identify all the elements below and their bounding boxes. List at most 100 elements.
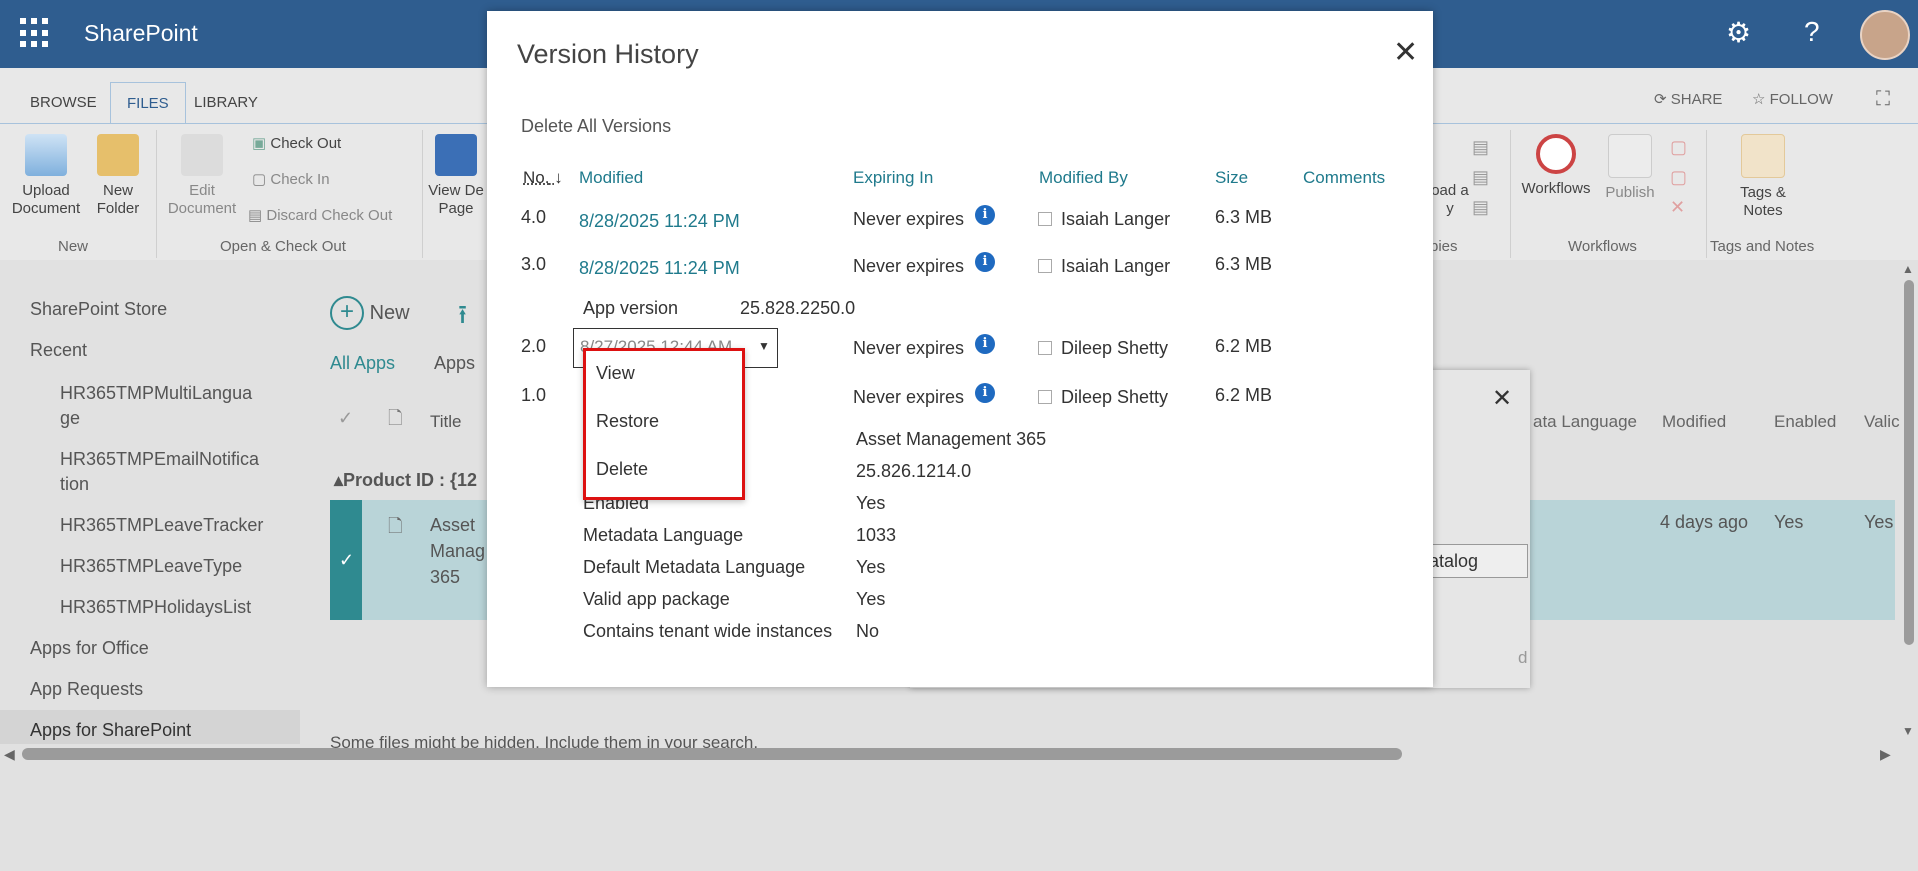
row-check-icon: ✓ — [339, 550, 355, 570]
publish-button[interactable]: Publish — [1600, 134, 1660, 202]
column-expiring[interactable]: Expiring In — [853, 168, 933, 188]
chevron-down-icon: ▼ — [758, 339, 770, 353]
row-title[interactable]: Asset Manag 365 — [430, 512, 485, 590]
workflow-icon — [1536, 134, 1576, 174]
view-all-apps[interactable]: All Apps — [330, 353, 395, 374]
vertical-scrollbar[interactable] — [1904, 280, 1914, 645]
prop-value: Yes — [856, 557, 886, 577]
nav-recent-item[interactable]: HR365TMPLeaveType — [60, 556, 242, 577]
nav-recent[interactable]: Recent — [30, 340, 87, 361]
version-number: 1.0 — [521, 385, 547, 405]
prop-label: Valid app package — [583, 589, 730, 609]
new-folder-button[interactable]: New Folder — [88, 134, 148, 218]
nav-recent-item[interactable]: HR365TMPLeaveTracker — [60, 515, 263, 536]
nav-recent-item[interactable]: HR365TMPEmailNotifica tion — [60, 447, 290, 497]
column-header: ata Language — [1533, 412, 1637, 431]
tab-browse[interactable]: BROWSE — [14, 82, 113, 122]
close-icon[interactable]: ✕ — [1492, 384, 1512, 413]
edit-document-button[interactable]: Edit Document — [160, 134, 244, 218]
version-size: 6.3 MB — [1215, 254, 1273, 274]
horizontal-scrollbar[interactable] — [22, 748, 1402, 760]
group-header[interactable]: ▴Product ID : {12 — [334, 470, 477, 491]
tab-files[interactable]: FILES — [110, 82, 186, 123]
nav-recent-item[interactable]: HR365TMPHolidaysList — [60, 597, 251, 618]
info-icon[interactable]: i — [975, 334, 995, 354]
tags-notes-button[interactable]: Tags & Notes — [1728, 134, 1798, 220]
version-expiring: Never expires — [853, 256, 965, 276]
scroll-up-icon[interactable]: ▲ — [1902, 262, 1914, 276]
version-number: 3.0 — [521, 254, 547, 274]
version-modified-link[interactable]: 8/28/2025 11:24 PM — [579, 211, 740, 232]
row-file-icon: 🗋 — [388, 516, 403, 536]
info-icon[interactable]: i — [975, 205, 995, 225]
file-type-icon: 🗋 — [388, 408, 403, 428]
gear-icon[interactable]: ⚙ — [1726, 16, 1751, 49]
star-icon: ☆ — [1752, 91, 1766, 108]
version-expiring: Never expires — [853, 387, 965, 407]
avatar[interactable] — [1860, 10, 1910, 60]
share-button[interactable]: ⟳ SHARE — [1654, 90, 1722, 108]
focus-mode-icon[interactable]: ⛶ — [1876, 88, 1890, 111]
nav-sharepoint-store[interactable]: SharePoint Store — [30, 299, 167, 320]
group-label-copies: pies — [1430, 238, 1458, 255]
menu-item-view[interactable]: View — [596, 363, 635, 384]
column-title[interactable]: Title — [430, 412, 462, 432]
column-comments[interactable]: Comments — [1303, 168, 1385, 188]
tab-library[interactable]: LIBRARY — [178, 82, 274, 122]
nav-app-requests[interactable]: App Requests — [30, 679, 143, 700]
new-button[interactable]: + New — [330, 296, 410, 330]
brand-title[interactable]: SharePoint — [84, 20, 198, 47]
app-launcher-icon[interactable] — [20, 18, 50, 48]
discard-check-out-button[interactable]: ▤ Discard Check Out — [248, 206, 392, 224]
menu-item-delete[interactable]: Delete — [596, 459, 648, 480]
version-size: 6.2 MB — [1215, 385, 1273, 405]
version-author[interactable]: Dileep Shetty — [1061, 387, 1168, 408]
scroll-down-icon[interactable]: ▼ — [1902, 724, 1914, 738]
app-version-value: 25.828.2250.0 — [740, 298, 856, 318]
prop-value: No — [856, 621, 880, 641]
version-author[interactable]: Isaiah Langer — [1061, 256, 1170, 277]
group-separator — [1510, 130, 1511, 258]
add-icon: + — [330, 296, 364, 330]
workflows-button[interactable]: Workflows — [1516, 134, 1596, 198]
column-no[interactable]: No. ↓ — [523, 168, 563, 188]
folder-icon — [97, 134, 139, 176]
column-size[interactable]: Size — [1215, 168, 1248, 188]
version-context-menu: View Restore Delete — [583, 348, 745, 500]
column-modified[interactable]: Modified — [579, 168, 643, 188]
version-author[interactable]: Isaiah Langer — [1061, 209, 1170, 230]
catalog-button[interactable]: atalog — [1428, 544, 1528, 578]
group-separator — [156, 130, 157, 258]
version-number: 2.0 — [521, 336, 547, 356]
info-icon[interactable]: i — [975, 383, 995, 403]
prop-label: Contains tenant wide instances — [583, 621, 833, 641]
menu-item-restore[interactable]: Restore — [596, 411, 659, 432]
delete-all-versions-link[interactable]: Delete All Versions — [521, 116, 671, 137]
version-author[interactable]: Dileep Shetty — [1061, 338, 1168, 359]
upload-arrow-icon[interactable]: ⭱ — [458, 296, 467, 340]
info-icon[interactable]: i — [975, 252, 995, 272]
question-icon[interactable]: ? — [1804, 16, 1820, 48]
follow-button[interactable]: ☆ FOLLOW — [1752, 90, 1833, 108]
column-modified-by[interactable]: Modified By — [1039, 168, 1128, 188]
group-label-workflows: Workflows — [1568, 238, 1637, 255]
upload-document-button[interactable]: Upload Document — [6, 134, 86, 218]
nav-recent-item[interactable]: HR365TMPMultiLangua ge — [60, 381, 280, 431]
scroll-right-icon[interactable]: ▶ — [1880, 746, 1891, 763]
text-fragment: d — [1518, 648, 1528, 667]
check-in-button[interactable]: ▢ Check In — [252, 170, 330, 188]
group-label-checkout: Open & Check Out — [220, 238, 346, 255]
nav-apps-for-sharepoint[interactable]: Apps for SharePoint — [30, 720, 191, 741]
publish-icon — [1608, 134, 1652, 178]
select-all-check-icon[interactable]: ✓ — [338, 408, 353, 429]
close-icon[interactable]: ✕ — [1393, 35, 1418, 70]
version-modified-link[interactable]: 8/28/2025 11:24 PM — [579, 258, 740, 279]
check-out-button[interactable]: ▣ Check Out — [252, 134, 341, 152]
nav-apps-for-office[interactable]: Apps for Office — [30, 638, 149, 659]
prop-version-value: 25.826.1214.0 — [856, 461, 972, 481]
cube-icon — [435, 134, 477, 176]
prop-label: Default Metadata Language — [583, 557, 806, 577]
view-apps[interactable]: Apps — [434, 353, 475, 374]
scroll-left-icon[interactable]: ◀ — [4, 746, 15, 763]
view-page-button[interactable]: View De Page — [426, 134, 486, 218]
